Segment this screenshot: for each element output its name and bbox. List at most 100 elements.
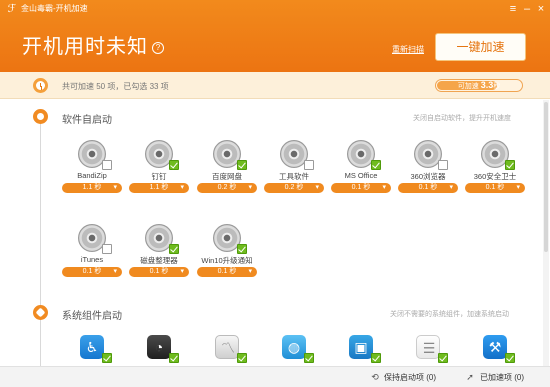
system-item-icon: ◔ [145, 333, 179, 363]
item-time-dropdown[interactable]: 0.1 秒 [331, 183, 391, 193]
disc-icon [78, 140, 112, 170]
item-label: BandiZip [77, 171, 107, 180]
startup-item[interactable]: 工具软件 0.2 秒 [262, 140, 326, 196]
accelerated-icon: ➚ [466, 372, 474, 382]
system-item[interactable]: ◔ [127, 333, 191, 365]
item-checkbox[interactable] [237, 160, 247, 170]
item-checkbox[interactable] [169, 353, 179, 363]
startup-item[interactable]: MS Office 0.1 秒 [329, 140, 393, 196]
minimize-button[interactable]: – [520, 2, 534, 16]
startup-item[interactable]: BandiZip 1.1 秒 [60, 140, 124, 196]
disc-icon [280, 140, 314, 170]
system-item[interactable]: ⚒ [463, 333, 527, 365]
disc-icon [414, 140, 448, 170]
item-checkbox[interactable] [304, 160, 314, 170]
scrollbar[interactable] [543, 100, 549, 366]
item-label: 工具软件 [279, 172, 309, 181]
system-item-icon: ⚒ [481, 333, 515, 363]
keep-startup-icon: ⟲ [371, 372, 379, 382]
item-time-dropdown[interactable]: 1.1 秒 [129, 183, 189, 193]
item-label: 360安全卫士 [473, 172, 517, 181]
accessibility-icon: ♿ [80, 335, 104, 359]
item-checkbox[interactable] [438, 160, 448, 170]
item-checkbox[interactable] [237, 244, 247, 254]
item-checkbox[interactable] [505, 353, 515, 363]
scroll-thumb[interactable] [544, 102, 548, 252]
timeline-line [40, 122, 41, 370]
help-icon[interactable]: ? [152, 42, 164, 54]
disc-icon [213, 140, 247, 170]
item-time-dropdown[interactable]: 0.1 秒 [62, 267, 122, 277]
item-checkbox[interactable] [438, 353, 448, 363]
item-time-dropdown[interactable]: 0.1 秒 [197, 267, 257, 277]
tools-icon-glyph: ⚒ [488, 339, 502, 355]
disc-icon [145, 140, 179, 170]
item-checkbox[interactable] [102, 244, 112, 254]
system-section-title: 系统组件启动 [62, 311, 122, 322]
system-item-icon: ♿ [78, 333, 112, 363]
startup-item[interactable]: 钉钉 1.1 秒 [127, 140, 191, 196]
footer: ⟲ 保持启动项 (0) ➚ 已加速项 (0) [0, 366, 550, 387]
item-time-dropdown[interactable]: 1.1 秒 [62, 183, 122, 193]
item-time-dropdown[interactable]: 0.2 秒 [197, 183, 257, 193]
startup-item[interactable]: 磁盘整理器 0.1 秒 [127, 224, 191, 280]
startup-item[interactable]: iTunes 0.1 秒 [60, 224, 124, 280]
header: ℱ 金山毒霸-开机加速 ≡ – × 开机用时未知 ? 重新扫描 一键加速 [0, 0, 550, 72]
list-icon: ☰ [416, 335, 440, 359]
item-checkbox[interactable] [371, 353, 381, 363]
accelerated-link[interactable]: 已加速项 (0) [480, 372, 524, 383]
system-item-icon: ☰ [414, 333, 448, 363]
disc-icon [347, 140, 381, 170]
speed-value: 3.3 [480, 80, 494, 90]
item-checkbox[interactable] [237, 353, 247, 363]
accessibility-icon-glyph: ♿ [85, 339, 99, 355]
item-label: Win10升级通知 [201, 256, 253, 265]
startup-item[interactable]: 百度网盘 0.2 秒 [195, 140, 259, 196]
startup-section-icon [33, 109, 48, 124]
item-checkbox[interactable] [371, 160, 381, 170]
system-item[interactable]: ☰ [396, 333, 460, 365]
item-time-dropdown[interactable]: 0.1 秒 [129, 267, 189, 277]
item-label: 钉钉 [151, 172, 167, 181]
menu-icon[interactable]: ≡ [506, 2, 520, 16]
item-time-dropdown[interactable]: 0.1 秒 [398, 183, 458, 193]
speed-text: 可加速 3.3秒 [436, 80, 522, 92]
system-item[interactable]: 〽 [195, 333, 259, 365]
title-bar: ℱ 金山毒霸-开机加速 ≡ – × [0, 0, 550, 18]
monitor-icon-glyph: ▣ [354, 339, 368, 355]
system-item-icon: ◍ [280, 333, 314, 363]
system-item[interactable]: ◍ [262, 333, 326, 365]
gauge-icon: ◔ [147, 335, 171, 359]
item-label: 磁盘整理器 [140, 256, 178, 265]
one-click-accelerate-button[interactable]: 一键加速 [435, 33, 526, 61]
startup-section-title: 软件自启动 [62, 115, 112, 126]
item-label: 360浏览器 [410, 172, 446, 181]
speed-prefix: 可加速 [457, 83, 481, 90]
disc-icon [213, 224, 247, 254]
chart-icon: 〽 [215, 335, 239, 359]
item-time-dropdown[interactable]: 0.1 秒 [465, 183, 525, 193]
clock-icon [33, 78, 48, 93]
item-checkbox[interactable] [102, 353, 112, 363]
item-checkbox[interactable] [102, 160, 112, 170]
disc-icon [145, 224, 179, 254]
rescan-link[interactable]: 重新扫描 [392, 44, 424, 55]
system-item-icon: ▣ [347, 333, 381, 363]
item-time-dropdown[interactable]: 0.2 秒 [264, 183, 324, 193]
item-checkbox[interactable] [169, 244, 179, 254]
item-checkbox[interactable] [304, 353, 314, 363]
globe-icon: ◍ [282, 335, 306, 359]
startup-item[interactable]: 360安全卫士 0.1 秒 [463, 140, 527, 196]
item-label: 百度网盘 [212, 172, 242, 181]
item-label: MS Office [344, 171, 378, 180]
item-checkbox[interactable] [169, 160, 179, 170]
startup-item[interactable]: Win10升级通知 0.1 秒 [195, 224, 259, 280]
item-checkbox[interactable] [505, 160, 515, 170]
system-item[interactable]: ♿ [60, 333, 124, 365]
tools-icon: ⚒ [483, 335, 507, 359]
startup-item[interactable]: 360浏览器 0.1 秒 [396, 140, 460, 196]
system-item[interactable]: ▣ [329, 333, 393, 365]
close-button[interactable]: × [534, 2, 548, 16]
keep-startup-link[interactable]: 保持启动项 (0) [384, 372, 436, 383]
globe-icon-glyph: ◍ [287, 339, 301, 355]
